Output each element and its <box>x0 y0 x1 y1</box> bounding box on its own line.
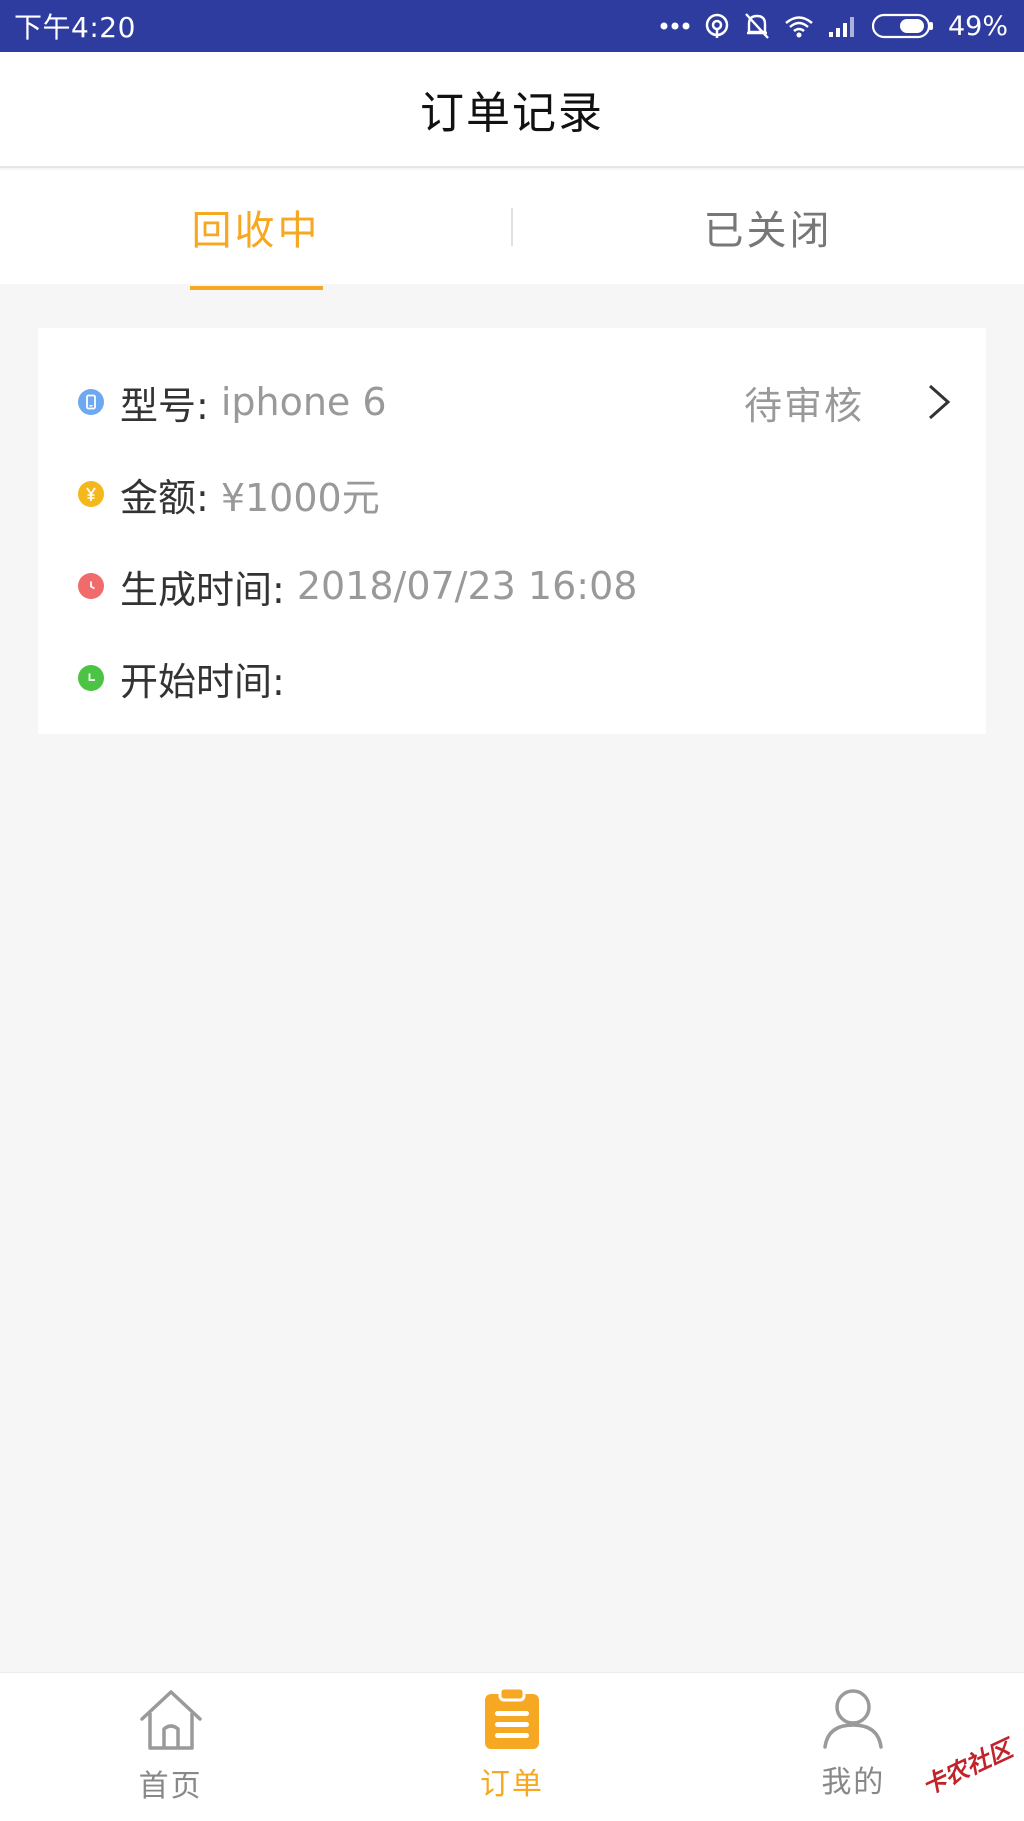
amount-label: 金额: <box>120 475 209 520</box>
order-amount-row: 金额: ¥1000元 <box>38 448 986 540</box>
battery-icon <box>871 13 933 39</box>
bottom-nav: 首页 订单 我的 <box>0 1672 1024 1821</box>
home-icon <box>139 1690 202 1750</box>
status-bar: 下午4:20 49% <box>0 0 1024 52</box>
status-time: 下午4:20 <box>14 11 136 44</box>
nav-label: 首页 <box>138 1769 203 1804</box>
amount-value: ¥1000元 <box>220 475 380 520</box>
order-start-row: 开始时间: <box>38 632 986 724</box>
battery-percent: 49% <box>947 10 1008 42</box>
nav-label: 我的 <box>821 1765 886 1800</box>
created-value: 2018/07/23 16:08 <box>296 564 638 608</box>
status-icons: 49% <box>660 11 1008 42</box>
order-status: 待审核 <box>743 383 864 428</box>
nav-orders[interactable]: 订单 <box>341 1673 682 1821</box>
tab-closed[interactable]: 已关闭 <box>512 170 1024 284</box>
clock-icon <box>78 573 104 599</box>
order-model-row: 型号: iphone 6 待审核 <box>38 356 986 448</box>
hotspot-icon <box>705 13 729 38</box>
order-created-row: 生成时间: 2018/07/23 16:08 <box>38 540 986 632</box>
start-label: 开始时间: <box>120 659 285 704</box>
chevron-right-icon[interactable] <box>926 383 952 421</box>
phone-icon <box>78 389 104 415</box>
start-clock-icon <box>78 665 104 691</box>
mute-bell-icon <box>745 13 769 39</box>
model-label: 型号: <box>120 383 209 428</box>
clipboard-icon <box>484 1687 539 1749</box>
model-value: iphone 6 <box>220 380 387 424</box>
nav-home[interactable]: 首页 <box>0 1673 341 1821</box>
tab-bar: 回收中 已关闭 <box>0 170 1024 290</box>
user-icon <box>823 1689 884 1749</box>
app-header: 订单记录 <box>0 52 1024 168</box>
tab-label: 已关闭 <box>703 208 833 254</box>
created-label: 生成时间: <box>120 567 285 612</box>
order-card[interactable]: 型号: iphone 6 待审核 金额: ¥1000元 生成时间: 2018/0… <box>38 328 986 734</box>
page-title: 订单记录 <box>420 88 604 139</box>
tab-label: 回收中 <box>189 198 323 290</box>
signal-icon <box>828 17 854 37</box>
tab-recycling[interactable]: 回收中 <box>0 170 512 290</box>
more-dots-icon <box>660 22 690 30</box>
wifi-icon <box>785 16 813 38</box>
nav-label: 订单 <box>479 1767 544 1802</box>
yen-icon <box>78 481 104 507</box>
